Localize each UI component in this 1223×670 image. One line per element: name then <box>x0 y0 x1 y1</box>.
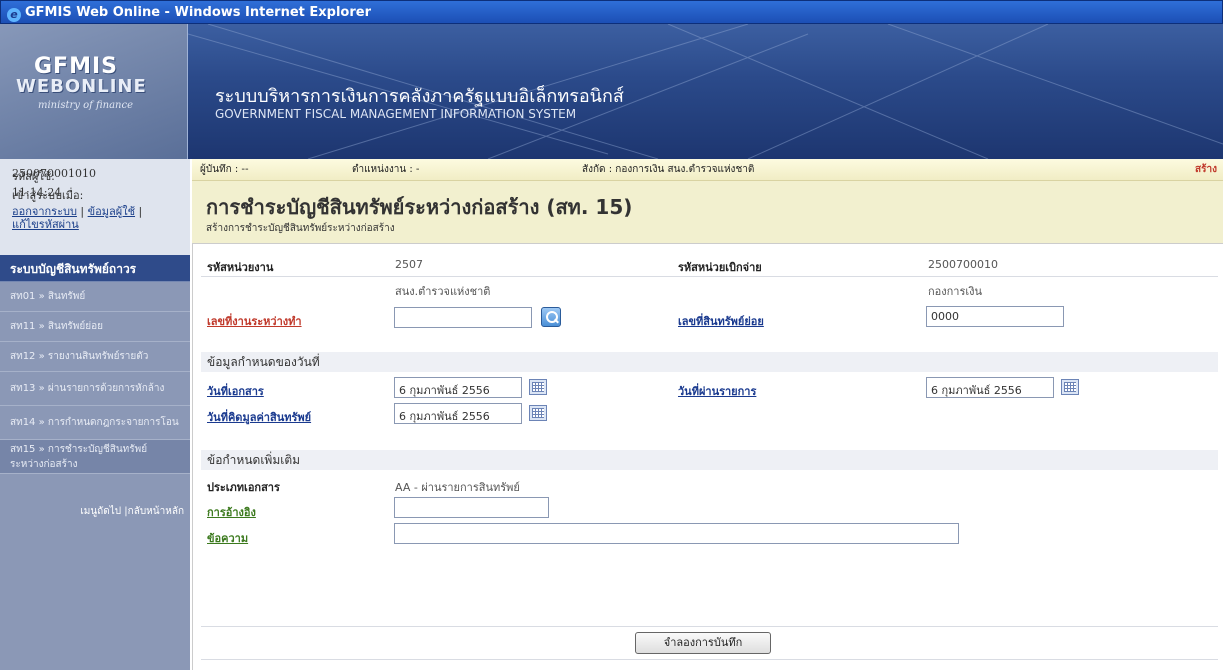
divider <box>201 626 1218 627</box>
doc-date-input[interactable]: 6 กุมภาพันธ์ 2556 <box>394 377 522 398</box>
user-id-row: รหัสผู้ใช้: 250070001010 <box>12 167 184 183</box>
reference-label[interactable]: การอ้างอิง <box>207 503 256 521</box>
doc-type-label: ประเภทเอกสาร <box>207 481 280 494</box>
system-title-thai: ระบบบริหารการเงินการคลังภาครัฐแบบอิเล็กท… <box>215 86 624 107</box>
login-time-row: เข้าสู่ระบบเมื่อ: 11:14:24 <box>12 186 184 202</box>
mode-status: สร้าง <box>1195 164 1217 175</box>
page-header: การชำระบัญชีสินทรัพย์ระหว่างก่อสร้าง (สท… <box>192 181 1223 244</box>
disburse-name-value: กองการเงิน <box>928 285 983 298</box>
login-time-label: เข้าสู่ระบบเมื่อ: <box>12 189 84 202</box>
agency-name-value: สนง.ตำรวจแห่งชาติ <box>395 285 491 298</box>
sub-asset-label[interactable]: เลขที่สินทรัพย์ย่อย <box>678 312 764 330</box>
logo-text-ministry: ministry of finance <box>38 100 134 111</box>
wip-number-label[interactable]: เลขที่งานระหว่างทำ <box>207 312 302 330</box>
logout-link[interactable]: ออกจากระบบ <box>12 205 77 218</box>
gfmis-logo: GFMIS WEBONLINE ministry of finance <box>0 24 188 159</box>
position-text: ตำแหน่งงาน : - <box>352 164 420 175</box>
user-links: ออกจากระบบ | ข้อมูลผู้ใช้ | แก้ไขรหัสผ่า… <box>12 205 143 231</box>
system-title-english: GOVERNMENT FISCAL MANAGEMENT INFORMATION… <box>215 107 577 121</box>
simulate-save-button[interactable]: จำลองการบันทึก <box>635 632 771 654</box>
disburse-code-label: รหัสหน่วยเบิกจ่าย <box>678 261 762 274</box>
recorder-text: ผู้บันทึก : -- <box>200 164 249 175</box>
text-input[interactable] <box>394 523 959 544</box>
user-info-link[interactable]: ข้อมูลผู้ใช้ <box>88 205 135 218</box>
wip-number-input[interactable] <box>394 307 532 328</box>
sidebar-item-st14[interactable]: สท14 » การกำหนดกฎกระจายการโอน <box>0 406 190 440</box>
search-icon[interactable] <box>541 307 561 327</box>
change-password-link[interactable]: แก้ไขรหัสผ่าน <box>12 218 79 231</box>
section-date-info: ข้อมูลกำหนดของวันที่ <box>201 352 1218 372</box>
section-additional: ข้อกำหนดเพิ่มเติม <box>201 450 1218 470</box>
window-title: GFMIS Web Online - Windows Internet Expl… <box>25 5 371 20</box>
user-id-label: รหัสผู้ใช้: <box>12 170 55 183</box>
sidebar-menu-title: ระบบบัญชีสินทรัพย์ถาวร <box>0 255 190 282</box>
page-subtitle: สร้างการชำระบัญชีสินทรัพย์ระหว่างก่อสร้า… <box>206 223 395 234</box>
logo-text-webonline: WEBONLINE <box>16 76 147 97</box>
calendar-icon[interactable] <box>1061 379 1079 395</box>
agency-code-value: 2507 <box>395 258 423 271</box>
header-banner: GFMIS WEBONLINE ministry of finance ระบบ… <box>0 24 1223 159</box>
value-date-input[interactable]: 6 กุมภาพันธ์ 2556 <box>394 403 522 424</box>
post-date-input[interactable]: 6 กุมภาพันธ์ 2556 <box>926 377 1054 398</box>
disburse-code-value: 2500700010 <box>928 258 998 271</box>
window-titlebar: e GFMIS Web Online - Windows Internet Exp… <box>0 0 1223 24</box>
page-title: การชำระบัญชีสินทรัพย์ระหว่างก่อสร้าง (สท… <box>206 195 633 219</box>
user-info-panel: รหัสผู้ใช้: 250070001010 เข้าสู่ระบบเมื่… <box>0 159 190 255</box>
reference-input[interactable] <box>394 497 549 518</box>
text-label[interactable]: ข้อความ <box>207 529 248 547</box>
post-date-label[interactable]: วันที่ผ่านรายการ <box>678 382 756 400</box>
sidebar-footer-links[interactable]: เมนูถัดไป |กลับหน้าหลัก <box>0 474 190 519</box>
calendar-icon[interactable] <box>529 405 547 421</box>
asset-settlement-form: รหัสหน่วยงาน 2507 รหัสหน่วยเบิกจ่าย 2500… <box>192 244 1223 670</box>
divider <box>201 659 1218 660</box>
sidebar-item-st15[interactable]: สท15 » การชำระบัญชีสินทรัพย์ระหว่างก่อสร… <box>0 440 190 474</box>
sidebar-item-st12[interactable]: สท12 » รายงานสินทรัพย์รายตัว <box>0 342 190 372</box>
sub-asset-input[interactable]: 0000 <box>926 306 1064 327</box>
doc-date-label[interactable]: วันที่เอกสาร <box>207 382 264 400</box>
calendar-icon[interactable] <box>529 379 547 395</box>
sidebar-item-st13[interactable]: สท13 » ผ่านรายการด้วยการหักล้าง <box>0 372 190 406</box>
ie-browser-icon: e <box>7 8 21 22</box>
info-bar: ผู้บันทึก : -- ตำแหน่งงาน : - สังกัด : ก… <box>192 159 1223 181</box>
sidebar-item-st01[interactable]: สท01 » สินทรัพย์ <box>0 282 190 312</box>
value-date-label[interactable]: วันที่คิดมูลค่าสินทรัพย์ <box>207 408 311 426</box>
divider <box>201 276 1218 277</box>
sidebar-item-st11[interactable]: สท11 » สินทรัพย์ย่อย <box>0 312 190 342</box>
affiliation-text: สังกัด : กองการเงิน สนง.ตำรวจแห่งชาติ <box>582 164 755 175</box>
doc-type-value: AA - ผ่านรายการสินทรัพย์ <box>395 481 520 494</box>
sidebar: รหัสผู้ใช้: 250070001010 เข้าสู่ระบบเมื่… <box>0 159 190 670</box>
agency-code-label: รหัสหน่วยงาน <box>207 261 274 274</box>
